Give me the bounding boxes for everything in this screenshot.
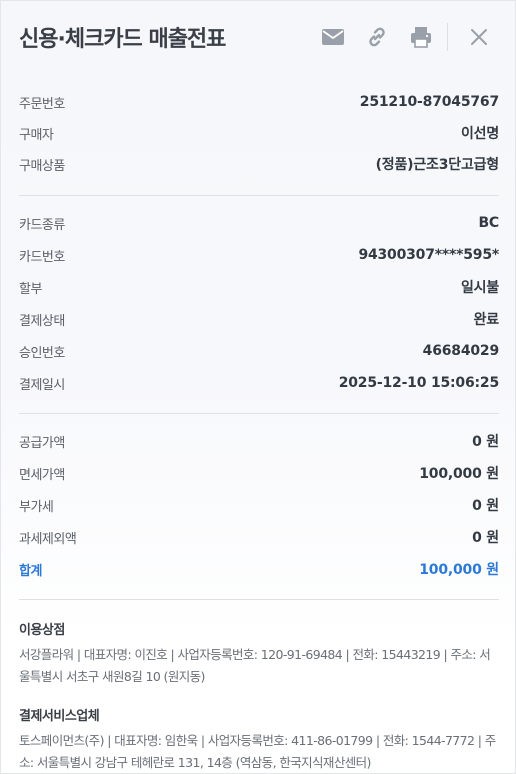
payment-datetime-row: 결제일시 2025-12-10 15:06:25	[19, 372, 499, 394]
payment-status-label: 결제상태	[19, 313, 65, 329]
mail-icon	[322, 29, 344, 45]
installment-value: 일시불	[460, 280, 499, 296]
pg-details: 토스페이먼츠(주) | 대표자명: 임한욱 | 사업자등록번호: 411-86-…	[19, 733, 496, 770]
tax-free-amount-row: 면세가액 100,000 원	[19, 462, 499, 484]
printer-icon	[411, 27, 431, 48]
link-icon	[369, 27, 385, 47]
approval-number-label: 승인번호	[19, 345, 65, 361]
tax-free-amount-value: 100,000 원	[419, 466, 499, 482]
total-row: 합계 100,000 원	[19, 558, 499, 580]
receipt-panel: 신용·체크카드 매출전표 주문번호 251210-87045767 구매자 이선…	[0, 0, 516, 774]
total-label: 합계	[19, 563, 42, 579]
card-type-value: BC	[478, 215, 499, 231]
tax-excluded-row: 과세제외액 0 원	[19, 526, 499, 548]
buyer-label: 구매자	[19, 127, 54, 143]
tax-excluded-value: 0 원	[472, 530, 499, 546]
supply-amount-value: 0 원	[472, 434, 499, 450]
vat-value: 0 원	[472, 498, 499, 514]
merchant-details: 서강플라워 | 대표자명: 이진호 | 사업자등록번호: 120-91-6948…	[19, 647, 491, 684]
installment-label: 할부	[19, 281, 42, 297]
order-number-label: 주문번호	[19, 96, 65, 112]
header: 신용·체크카드 매출전표	[1, 1, 516, 77]
product-value: (정품)근조3단고급형	[375, 157, 500, 173]
order-number-value: 251210-87045767	[359, 94, 499, 110]
payment-datetime-label: 결제일시	[19, 377, 65, 393]
card-number-label: 카드번호	[19, 249, 65, 265]
approval-number-value: 46684029	[422, 343, 500, 359]
close-icon	[471, 29, 487, 45]
total-value: 100,000 원	[419, 562, 499, 578]
tax-free-amount-label: 면세가액	[19, 467, 65, 483]
supply-amount-row: 공급가액 0 원	[19, 430, 499, 452]
close-button[interactable]	[463, 21, 495, 53]
supply-amount-label: 공급가액	[19, 435, 65, 451]
vat-label: 부가세	[19, 499, 54, 515]
card-number-value: 94300307****595*	[358, 247, 499, 263]
card-type-row: 카드종류 BC	[19, 212, 499, 234]
card-number-row: 카드번호 94300307****595*	[19, 244, 499, 266]
pg-info: 결제서비스업체 토스페이먼츠(주) | 대표자명: 임한욱 | 사업자등록번호:…	[19, 705, 499, 774]
email-button[interactable]	[317, 21, 349, 53]
tax-excluded-label: 과세제외액	[19, 531, 77, 547]
pg-title: 결제서비스업체	[19, 709, 100, 724]
header-divider	[447, 23, 448, 51]
payment-status-row: 결제상태 완료	[19, 308, 499, 330]
divider	[19, 195, 499, 196]
product-label: 구매상품	[19, 158, 65, 174]
buyer-row: 구매자 이선명	[19, 122, 499, 144]
vat-row: 부가세 0 원	[19, 494, 499, 516]
installment-row: 할부 일시불	[19, 276, 499, 298]
card-type-label: 카드종류	[19, 217, 65, 233]
divider	[19, 599, 499, 600]
order-number-row: 주문번호 251210-87045767	[19, 91, 499, 113]
product-row: 구매상품 (정품)근조3단고급형	[19, 153, 499, 175]
page-title: 신용·체크카드 매출전표	[19, 27, 226, 52]
print-button[interactable]	[405, 21, 437, 53]
merchant-title: 이용상점	[19, 623, 65, 638]
approval-number-row: 승인번호 46684029	[19, 340, 499, 362]
payment-status-value: 완료	[473, 312, 500, 328]
copy-link-button[interactable]	[361, 21, 393, 53]
payment-datetime-value: 2025-12-10 15:06:25	[338, 375, 499, 391]
divider	[19, 413, 499, 414]
buyer-value: 이선명	[460, 126, 499, 142]
merchant-info: 이용상점 서강플라워 | 대표자명: 이진호 | 사업자등록번호: 120-91…	[19, 619, 499, 688]
